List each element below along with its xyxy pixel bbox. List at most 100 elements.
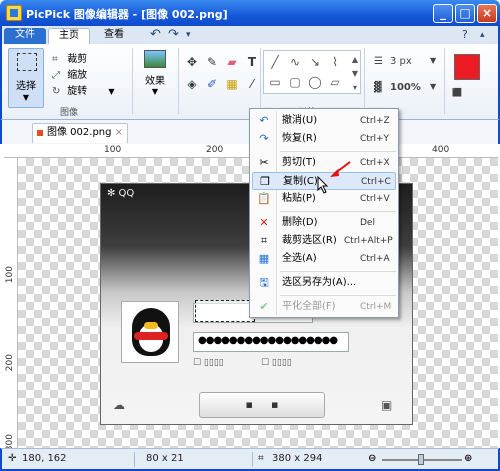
shapes-more-icon[interactable]: ▾ [346,81,364,95]
ribbon-collapse-icon[interactable]: ▴ [480,30,485,40]
rectangle-shape-icon[interactable]: ▭ [266,75,284,89]
undo-icon: ↶ [259,114,269,127]
pencil-icon[interactable]: ✎ [204,54,220,70]
minimize-button[interactable]: _ [433,4,453,23]
ruler-left: 100 200 300 [4,158,18,451]
opacity-value[interactable]: 100% [390,82,421,93]
select-icon [17,53,37,71]
flatten-icon: ✔ [259,300,269,313]
cursor-position-icon: ✛ [8,453,17,464]
menu-item-delete[interactable]: ✕ 删除(D) Del [252,214,396,232]
tab-home[interactable]: 主页 [48,28,90,44]
qq-remember-checkbox: ☐ ▯▯▯▯ [193,358,224,368]
ellipse-shape-icon[interactable]: ◯ [306,75,324,89]
selection-rectangle[interactable] [195,300,255,322]
zoom-slider-thumb[interactable] [418,454,424,465]
status-separator [252,452,253,467]
resize-label: 缩放 [67,70,88,81]
menu-item-save-selection-as[interactable]: 🖫 选区另存为(A)... [252,274,396,292]
stroke-width-value[interactable]: 3 px [390,56,412,67]
zoom-in-icon[interactable]: ⊕ [464,453,472,464]
polyline-shape-icon[interactable]: ⌇ [326,55,344,69]
redo-quick-icon[interactable]: ↷ [168,27,179,42]
swap-colors-icon[interactable]: ⬛ [452,88,462,97]
qq-multi-account-icon: ▣ [381,398,393,412]
rounded-rect-shape-icon[interactable]: ▢ [286,75,304,89]
context-menu: ↶ 撤消(U) Ctrl+Z ↷ 恢复(R) Ctrl+Y ✂ 剪切(T) Ct… [249,108,399,318]
ruler-label: 200 [5,354,15,372]
menu-item-cut[interactable]: ✂ 剪切(T) Ctrl+X [252,154,396,172]
menu-item-flatten-all[interactable]: ✔ 平化全部(F) Ctrl+M [252,298,396,316]
shapes-scroll-down-icon[interactable]: ▼ [346,67,364,81]
quick-access-dropdown-icon[interactable]: ▾ [186,30,191,40]
effects-icon [144,50,166,68]
zoom-out-icon[interactable]: ⊖ [368,453,376,464]
close-tab-icon[interactable]: × [115,124,123,142]
status-bar: ✛ 180, 162 80 x 21 ⌗ 380 x 294 ⊖ ⊕ [0,448,500,471]
scissors-icon: ✂ [259,156,269,169]
status-separator [134,452,135,467]
undo-quick-icon[interactable]: ↶ [150,27,161,42]
effects-dropdown-icon: ▼ [151,87,159,96]
select-button[interactable]: 选择 ▼ [8,48,44,108]
penguin-avatar [121,301,179,363]
menu-separator [280,295,396,296]
rotate-button[interactable]: ↻ 旋转 ▼ [52,82,115,97]
ruler-label: 400 [432,145,450,155]
curve-shape-icon[interactable]: ∿ [286,55,304,69]
select-all-icon: ▦ [258,252,270,265]
mouse-pointer-icon [317,176,329,194]
menu-separator [280,211,396,212]
resize-icon: ⤢ [52,70,60,81]
maximize-button[interactable]: □ [455,4,475,23]
menu-item-select-all[interactable]: ▦ 全选(A) Ctrl+A [252,250,396,268]
stroke-width-icon: ☰ [374,56,383,67]
resize-button[interactable]: ⤢ 缩放 [52,66,88,81]
document-tab[interactable]: 图像 002.png × [32,123,128,143]
move-icon[interactable]: ✥ [184,54,200,70]
tab-view[interactable]: 查看 [94,28,134,44]
menu-item-undo[interactable]: ↶ 撤消(U) Ctrl+Z [252,112,396,130]
rotate-icon: ↻ [52,86,61,97]
effects-button[interactable]: 效果 ▼ [140,48,170,106]
qq-settings-icon: ☁ [113,398,125,412]
crop-icon: ⌗ [52,54,58,65]
window-title: PicPick 图像编辑器 - [图像 002.png] [26,8,228,21]
close-button[interactable]: × [477,4,497,23]
text-icon[interactable]: T [244,54,260,70]
redo-icon: ↷ [259,132,269,145]
image-size: 380 x 294 [272,453,323,464]
copy-icon: ❐ [260,175,270,188]
menu-separator [280,151,396,152]
ruler-label: 100 [5,266,15,284]
line-shape-icon[interactable]: ╱ [266,55,284,69]
shapes-scroll-up-icon[interactable]: ▲ [346,53,364,67]
select-label: 选择 [16,81,36,92]
menu-item-crop-selection[interactable]: ⌗ 裁剪选区(R) Ctrl+Alt+P [252,232,396,250]
qq-autologin-checkbox: ☐ ▯▯▯▯ [261,358,292,368]
eyedropper-icon[interactable]: ⁄ [244,76,260,92]
arrow-shape-icon[interactable]: ↘ [306,55,324,69]
menu-item-redo[interactable]: ↷ 恢复(R) Ctrl+Y [252,130,396,148]
eraser-icon[interactable]: ▰ [224,54,240,70]
callout-shape-icon[interactable]: ▱ [326,75,344,89]
brush-icon[interactable]: ✐ [204,76,220,92]
paste-icon: 📋 [257,192,271,205]
rotate-label: 旋转 [67,86,88,97]
tab-file[interactable]: 文件 [4,28,46,44]
qq-login-button: ▪▪ [199,392,325,418]
ribbon-separator [132,48,133,114]
crop-button[interactable]: ⌗ 裁剪 [52,50,87,65]
ribbon-tabs: 文件 主页 查看 ↶ ↷ ▾ ? ▴ [0,26,500,44]
menu-separator [280,271,396,272]
ruler-label: 200 [206,145,224,155]
help-icon[interactable]: ? [462,28,468,41]
fill-bucket-icon[interactable]: ◈ [184,76,200,92]
rotate-dropdown-icon: ▼ [108,87,115,96]
stroke-width-dropdown-icon[interactable]: ▼ [430,56,436,65]
selection-size: 80 x 21 [146,453,184,464]
mosaic-icon[interactable]: ▦ [224,76,240,92]
effects-label: 效果 [145,76,165,87]
primary-color-swatch[interactable] [454,54,480,80]
opacity-dropdown-icon[interactable]: ▼ [430,82,436,91]
